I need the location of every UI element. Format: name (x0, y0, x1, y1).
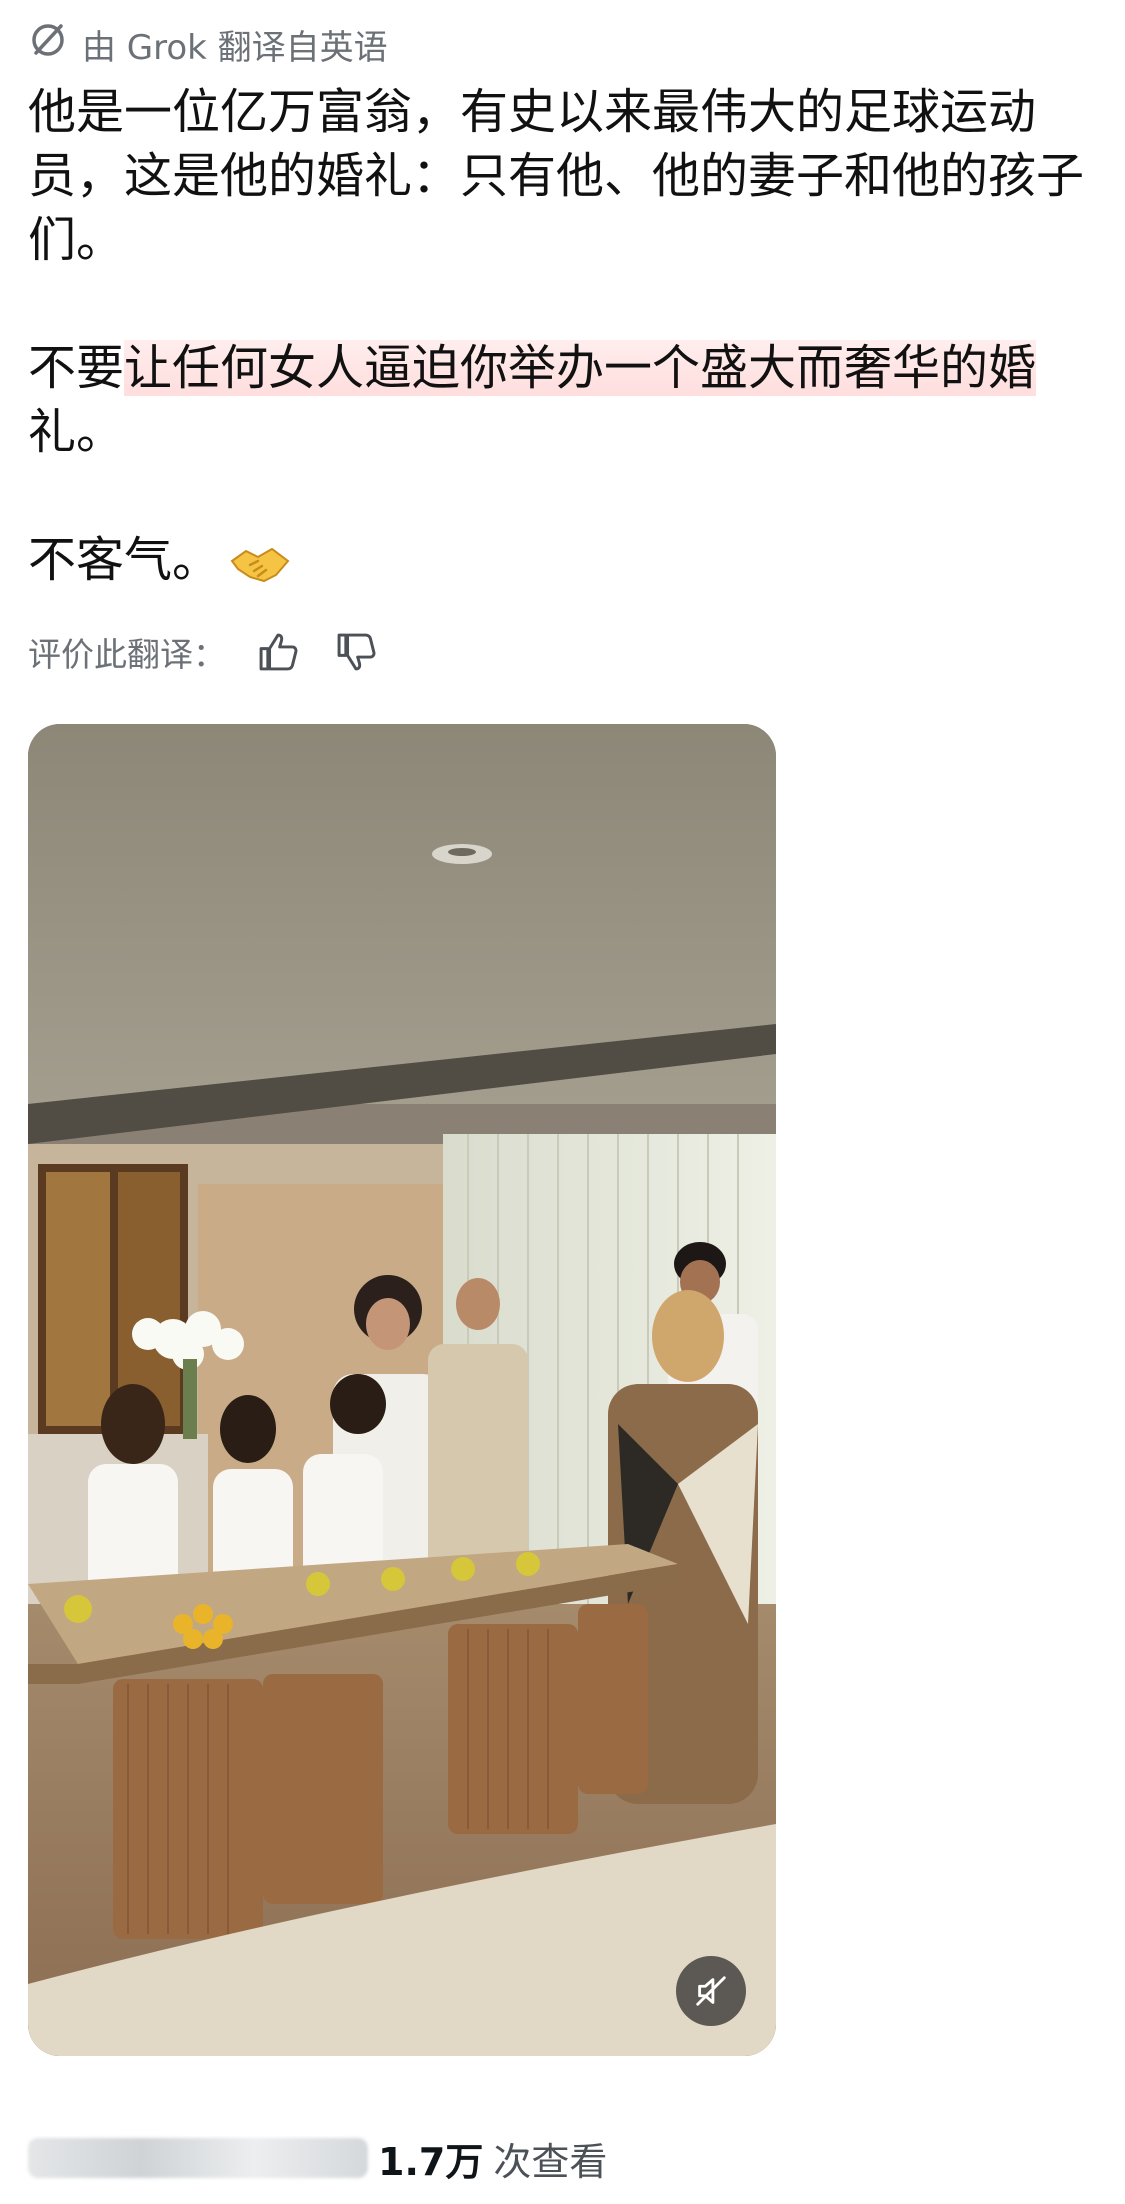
post-paragraph-2-start: 不要 (28, 340, 125, 396)
post-body: 他是一位亿万富翁，有史以来最伟大的足球运动员，这是他的婚礼：只有他、他的妻子和他… (28, 80, 1098, 592)
handshake-icon (228, 539, 292, 587)
post-paragraph-2-end: 礼。 (28, 404, 125, 460)
highlighted-text: 让任何女人逼迫你举办一个盛大而奢华的婚 (124, 340, 1037, 396)
views-label: 次查看 (493, 2139, 608, 2184)
wedding-video-frame (28, 724, 776, 2056)
post-paragraph-1: 他是一位亿万富翁，有史以来最伟大的足球运动员，这是他的婚礼：只有他、他的妻子和他… (28, 84, 1085, 268)
thumbs-down-button[interactable] (330, 626, 382, 678)
thumbs-up-button[interactable] (252, 626, 304, 678)
video-player[interactable] (28, 724, 776, 2056)
translation-label: 由 Grok 翻译自英语 (82, 27, 388, 68)
post-paragraph-3-text: 不客气。 (28, 532, 221, 588)
post-paragraph-3: 不客气。 (28, 528, 1098, 592)
views-count: 1.7万 (378, 2139, 484, 2184)
rate-translation: 评价此翻译： (28, 622, 382, 682)
views-stats: 1.7万 次查看 (28, 2128, 607, 2188)
thumbs-down-icon (337, 633, 376, 671)
grok-icon (28, 20, 68, 69)
rate-label: 评价此翻译： (28, 635, 226, 674)
muted-speaker-icon (696, 1976, 726, 2006)
thumbs-up-icon (259, 633, 298, 671)
mute-button[interactable] (676, 1956, 746, 2026)
post-paragraph-2: 不要让任何女人逼迫你举办一个盛大而奢华的婚礼。 (28, 336, 1098, 464)
translation-source: 由 Grok 翻译自英语 (28, 16, 388, 72)
blurred-username (28, 2138, 368, 2178)
